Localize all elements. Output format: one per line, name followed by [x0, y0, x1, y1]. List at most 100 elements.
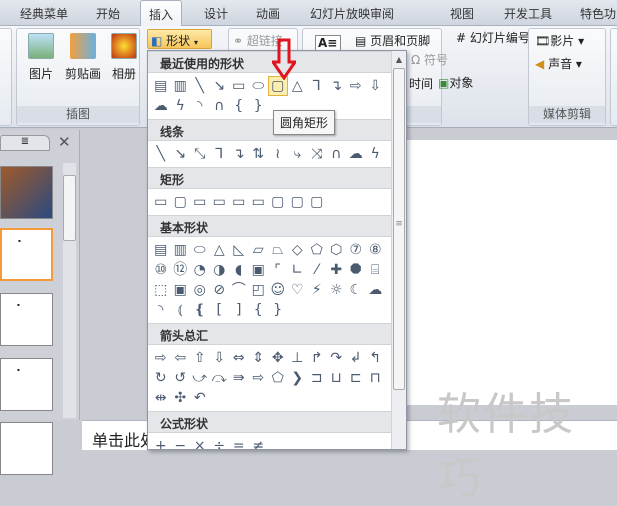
quad-arrow-icon[interactable]: ✥ [268, 348, 288, 368]
lr-callout-icon[interactable]: ⇹ [151, 388, 171, 408]
down-arrow-icon[interactable]: ⇩ [366, 76, 386, 96]
no-symbol-icon[interactable]: ⊘ [210, 280, 230, 300]
sun-icon[interactable]: ☼ [327, 280, 347, 300]
arc-icon[interactable]: ◝ [190, 96, 210, 116]
datetime-button[interactable]: 时间 [409, 75, 433, 92]
decagon-icon[interactable]: ⑩ [151, 260, 171, 280]
slide-number-button[interactable]: # 幻灯片编号 [456, 29, 530, 46]
circular-arrow-icon[interactable]: ↶ [190, 388, 210, 408]
u-turn-icon[interactable]: ↷ [327, 348, 347, 368]
tab-7[interactable]: 视图 [450, 5, 474, 22]
lru-arrow-icon[interactable]: ⊥ [288, 348, 308, 368]
down-arrow-icon[interactable]: ⇩ [210, 348, 230, 368]
vtextbox-icon[interactable]: ▥ [171, 240, 191, 260]
minus-icon[interactable]: − [171, 436, 191, 449]
tab-6[interactable]: 审阅 [370, 5, 394, 22]
bent-up-arrow-icon[interactable]: ↰ [366, 348, 386, 368]
curve-arrow-icon[interactable]: ⤷ [288, 144, 308, 164]
object-button[interactable]: ▣对象 [438, 74, 473, 91]
tab-1[interactable]: 开始 [96, 5, 120, 22]
freeform-icon[interactable]: ☁ [151, 96, 171, 116]
round1-icon[interactable]: ▢ [268, 192, 288, 212]
scribble-icon[interactable]: ϟ [366, 144, 386, 164]
movie-button[interactable]: 🎞影片 ▾ [535, 32, 584, 49]
rect-icon[interactable]: ▭ [151, 192, 171, 212]
snip1-icon[interactable]: ▭ [190, 192, 210, 212]
bevel-icon[interactable]: ▣ [171, 280, 191, 300]
smiley-icon[interactable]: ☺ [268, 280, 288, 300]
sound-button[interactable]: ◀ 声音 ▾ [535, 55, 582, 72]
slide-thumbnail-3[interactable]: ▪ [0, 293, 53, 346]
heart-icon[interactable]: ♡ [288, 280, 308, 300]
right-arrow-icon[interactable]: ⇨ [151, 348, 171, 368]
diag-stripe-icon[interactable]: ⁄ [307, 260, 327, 280]
pie-icon[interactable]: ◔ [190, 260, 210, 280]
moon-icon[interactable]: ☾ [346, 280, 366, 300]
left-arrow-icon[interactable]: ⇦ [171, 348, 191, 368]
oval-icon[interactable]: ⬭ [249, 76, 269, 96]
tab-0[interactable]: 经典菜单 [20, 5, 68, 22]
donut-icon[interactable]: ◎ [190, 280, 210, 300]
scrollbar-thumb[interactable]: ≡ [393, 68, 405, 390]
l-shape-icon[interactable]: ∟ [288, 260, 308, 280]
pentagon-icon[interactable]: ⬠ [307, 240, 327, 260]
arc-icon[interactable]: ◝ [151, 300, 171, 320]
can-icon[interactable]: ⌸ [366, 260, 386, 280]
bent-arrow-icon[interactable]: ↱ [307, 348, 327, 368]
symbol-button[interactable]: Ω 符号 [411, 51, 448, 68]
clipart-button[interactable]: 剪贴画 [63, 33, 103, 86]
curve-conn-icon[interactable]: ≀ [268, 144, 288, 164]
thumbnail-scrollbar[interactable] [63, 163, 76, 418]
tab-2[interactable]: 插入 [140, 0, 183, 27]
textbox-icon[interactable]: ▤ [151, 240, 171, 260]
round2-icon[interactable]: ▢ [288, 192, 308, 212]
heptagon-icon[interactable]: ⑦ [346, 240, 366, 260]
chevron-icon[interactable]: ❯ [288, 368, 308, 388]
curved-down-icon[interactable]: ⤼ [210, 368, 230, 388]
plus-icon[interactable]: + [151, 436, 171, 449]
right-arrow-icon[interactable]: ⇨ [346, 76, 366, 96]
cloud-icon[interactable]: ☁ [366, 280, 386, 300]
down-callout-icon[interactable]: ⊔ [327, 368, 347, 388]
triangle-icon[interactable]: △ [210, 240, 230, 260]
scrollbar-thumb[interactable] [63, 175, 76, 241]
tab-4[interactable]: 动画 [256, 5, 280, 22]
up-arrow-icon[interactable]: ⇧ [190, 348, 210, 368]
elbow-arrow-icon[interactable]: ↴ [229, 144, 249, 164]
line-icon[interactable]: ╲ [190, 76, 210, 96]
freeform-icon[interactable]: ☁ [346, 144, 366, 164]
left-callout-icon[interactable]: ⊏ [346, 368, 366, 388]
dodecagon-icon[interactable]: ⑫ [171, 260, 191, 280]
tab-9[interactable]: 特色功 [580, 5, 616, 22]
lr-arrow-icon[interactable]: ⇔ [229, 348, 249, 368]
left-brace-icon[interactable]: { [229, 96, 249, 116]
divide-icon[interactable]: ÷ [210, 436, 230, 449]
multiply-icon[interactable]: × [190, 436, 210, 449]
close-icon[interactable]: ✕ [58, 133, 71, 151]
curved-right-icon[interactable]: ↻ [151, 368, 171, 388]
curved-up-icon[interactable]: ⤻ [190, 368, 210, 388]
plaque-icon[interactable]: ⯃ [346, 260, 366, 280]
elbow-double-icon[interactable]: ⇅ [249, 144, 269, 164]
not-equal-icon[interactable]: ≠ [249, 436, 269, 449]
right-brace-icon[interactable]: } [268, 300, 288, 320]
trapezoid-icon[interactable]: ⏢ [268, 240, 288, 260]
arrow-line-icon[interactable]: ↘ [171, 144, 191, 164]
brace-pair-icon[interactable]: ❴ [190, 300, 210, 320]
vtextbox-icon[interactable]: ▥ [171, 76, 191, 96]
chord-icon[interactable]: ◑ [210, 260, 230, 280]
quad-callout-icon[interactable]: ✣ [171, 388, 191, 408]
outline-tab[interactable]: ≣ [0, 135, 50, 151]
slide-thumbnail-4[interactable]: ▪ [0, 358, 53, 411]
line-icon[interactable]: ╲ [151, 144, 171, 164]
folded-corner-icon[interactable]: ◰ [249, 280, 269, 300]
lightning-icon[interactable]: ⚡ [307, 280, 327, 300]
ud-arrow-icon[interactable]: ⇕ [249, 348, 269, 368]
half-frame-icon[interactable]: ⌜ [268, 260, 288, 280]
rounded-rect-icon[interactable]: ▢ [171, 192, 191, 212]
header-footer-button[interactable]: ▤ 页眉和页脚 [355, 32, 430, 49]
octagon-icon[interactable]: ⑧ [366, 240, 386, 260]
left-brace-icon[interactable]: { [249, 300, 269, 320]
textbox-icon[interactable]: ▤ [151, 76, 171, 96]
scribble-icon[interactable]: ϟ [171, 96, 191, 116]
